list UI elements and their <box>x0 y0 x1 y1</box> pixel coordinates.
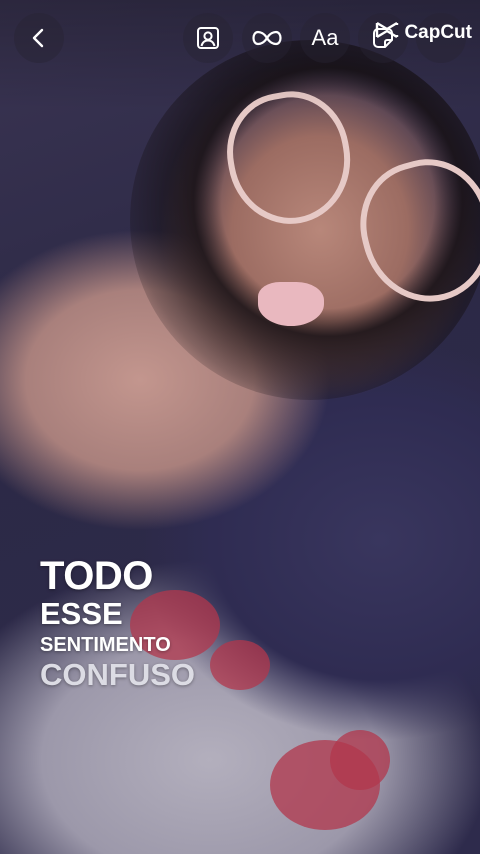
caption-line-2: ESSE <box>40 596 123 631</box>
story-caption[interactable]: TODO ESSE SENTIMENTO CONFUSO <box>40 556 195 690</box>
back-button[interactable] <box>14 13 64 63</box>
portrait-frame-icon <box>195 25 221 51</box>
photo-detail <box>258 282 324 326</box>
capcut-logo-icon <box>374 18 400 48</box>
story-toolbar: Aa CapCut <box>0 0 480 80</box>
tag-people-button[interactable] <box>183 13 233 63</box>
background-photo <box>0 0 480 854</box>
capcut-watermark: CapCut <box>374 20 472 46</box>
chevron-left-icon <box>28 27 50 49</box>
caption-line-3: SENTIMENTO <box>40 634 171 656</box>
fabric-pattern <box>330 730 390 790</box>
caption-line-4: CONFUSO <box>40 657 195 692</box>
watermark-brand: CapCut <box>404 22 472 43</box>
caption-line-1: TODO <box>40 554 153 598</box>
fabric-pattern <box>210 640 270 690</box>
infinity-icon <box>252 29 282 47</box>
text-button[interactable]: Aa <box>300 13 350 63</box>
text-tool-label: Aa <box>311 25 339 50</box>
boomerang-button[interactable] <box>242 13 292 63</box>
